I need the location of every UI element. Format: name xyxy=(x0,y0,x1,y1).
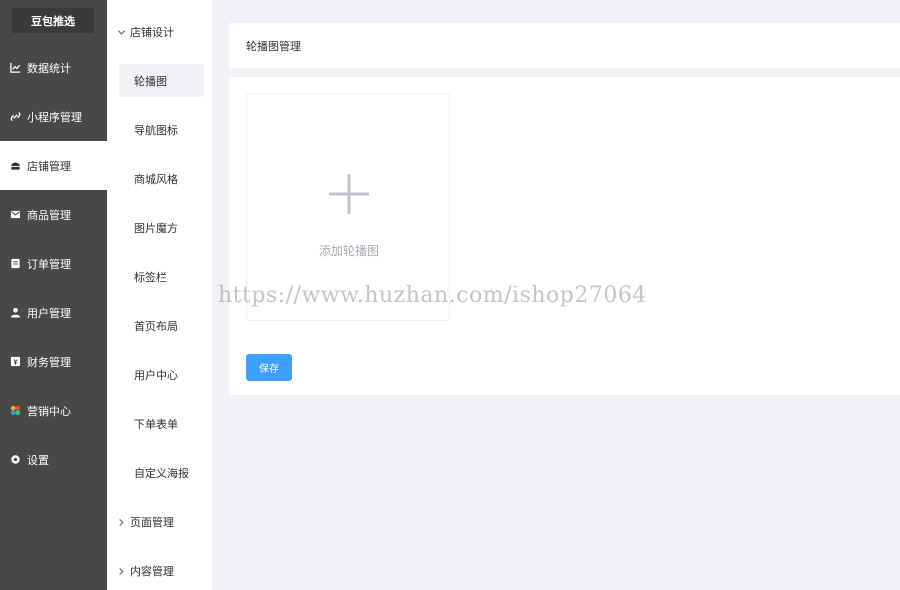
submenu-item-image-cube[interactable]: 图片魔方 xyxy=(119,211,204,244)
order-icon xyxy=(10,258,21,269)
sidebar-item-finance[interactable]: 财务管理 xyxy=(0,337,107,386)
chevron-down-icon xyxy=(117,28,126,37)
sidebar-item-label: 商品管理 xyxy=(27,208,71,222)
menu-group-content-mgmt[interactable]: 内容管理 xyxy=(117,561,174,581)
add-carousel-upload[interactable]: 添加轮播图 xyxy=(246,93,450,321)
shop-icon xyxy=(10,160,21,171)
marketing-icon xyxy=(10,405,21,416)
brand-logo[interactable]: 豆包推选 xyxy=(12,8,94,33)
chevron-right-icon xyxy=(117,567,126,576)
save-button[interactable]: 保存 xyxy=(246,354,292,381)
menu-group-label: 页面管理 xyxy=(130,516,174,529)
menu-group-store-design[interactable]: 店铺设计 xyxy=(117,22,174,42)
sidebar-item-label: 用户管理 xyxy=(27,306,71,320)
submenu-item-user-center[interactable]: 用户中心 xyxy=(119,358,204,391)
gear-icon xyxy=(10,454,21,465)
sidebar-item-goods[interactable]: 商品管理 xyxy=(0,190,107,239)
secondary-menu: 店铺设计 轮播图 导航图标 商城风格 图片魔方 标签栏 首页布局 用户中心 下单… xyxy=(107,0,213,590)
submenu-item-tab-bar[interactable]: 标签栏 xyxy=(119,260,204,293)
sidebar-item-miniprogram[interactable]: 小程序管理 xyxy=(0,92,107,141)
sidebar-item-data-stats[interactable]: 数据统计 xyxy=(0,43,107,92)
page-title: 轮播图管理 xyxy=(229,23,900,68)
finance-icon xyxy=(10,356,21,367)
main-sidebar: 豆包推选 数据统计 小程序管理 店铺管理 商品管理 订单管理 用户管理 财务管理… xyxy=(0,0,107,590)
submenu-item-order-form[interactable]: 下单表单 xyxy=(119,407,204,440)
sidebar-item-orders[interactable]: 订单管理 xyxy=(0,239,107,288)
submenu-item-carousel[interactable]: 轮播图 xyxy=(119,64,204,97)
plus-icon xyxy=(327,172,371,216)
sidebar-item-label: 小程序管理 xyxy=(27,110,82,124)
submenu-item-nav-icons[interactable]: 导航图标 xyxy=(119,113,204,146)
submenu-item-mall-style[interactable]: 商城风格 xyxy=(119,162,204,195)
sidebar-item-label: 订单管理 xyxy=(27,257,71,271)
submenu-item-home-layout[interactable]: 首页布局 xyxy=(119,309,204,342)
menu-group-label: 内容管理 xyxy=(130,565,174,578)
sidebar-item-label: 店铺管理 xyxy=(27,159,71,173)
menu-group-label: 店铺设计 xyxy=(130,26,174,39)
menu-group-page-mgmt[interactable]: 页面管理 xyxy=(117,512,174,532)
sidebar-item-settings[interactable]: 设置 xyxy=(0,435,107,484)
envelope-icon xyxy=(10,209,21,220)
sidebar-item-label: 营销中心 xyxy=(27,404,71,418)
user-icon xyxy=(10,307,21,318)
sidebar-item-users[interactable]: 用户管理 xyxy=(0,288,107,337)
submenu-item-custom-poster[interactable]: 自定义海报 xyxy=(119,456,204,489)
chevron-right-icon xyxy=(117,518,126,527)
carousel-panel: 添加轮播图 保存 xyxy=(229,77,900,395)
link-icon xyxy=(10,111,21,122)
sidebar-item-label: 财务管理 xyxy=(27,355,71,369)
top-strip xyxy=(213,0,900,8)
sidebar-item-label: 数据统计 xyxy=(27,61,71,75)
upload-label: 添加轮播图 xyxy=(318,244,379,258)
sidebar-item-label: 设置 xyxy=(27,453,49,467)
sidebar-item-store[interactable]: 店铺管理 xyxy=(0,141,107,190)
sidebar-item-marketing[interactable]: 营销中心 xyxy=(0,386,107,435)
chart-line-icon xyxy=(10,62,21,73)
